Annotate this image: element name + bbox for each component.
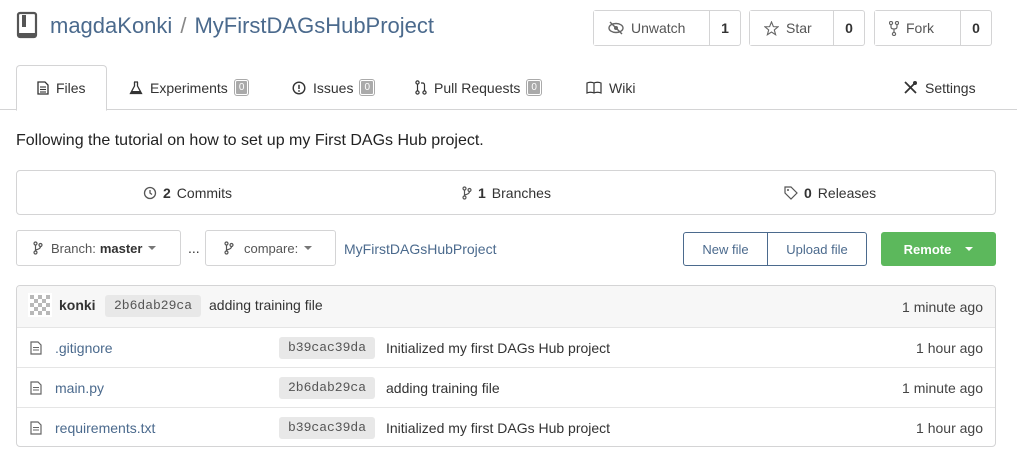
file-name-link[interactable]: requirements.txt bbox=[55, 420, 155, 436]
file-commit-time: 1 minute ago bbox=[902, 380, 983, 396]
flask-icon bbox=[129, 80, 143, 95]
file-name-link[interactable]: .gitignore bbox=[55, 340, 113, 356]
tab-pull-requests-label: Pull Requests bbox=[434, 79, 521, 96]
tab-files[interactable]: Files bbox=[16, 65, 107, 111]
branch-prefix: Branch: bbox=[51, 240, 96, 256]
tab-settings-label: Settings bbox=[925, 79, 976, 96]
watch-button-group: Unwatch 1 bbox=[593, 10, 741, 46]
branches-label: Branches bbox=[491, 184, 551, 201]
compare-ellipsis: ... bbox=[188, 240, 200, 256]
repo-description: Following the tutorial on how to set up … bbox=[16, 132, 484, 149]
fork-button-group: Fork 0 bbox=[874, 10, 992, 46]
tab-issues[interactable]: Issues 0 bbox=[292, 65, 375, 110]
releases-stat-link[interactable]: 0 Releases bbox=[784, 171, 876, 214]
file-icon bbox=[30, 421, 42, 435]
file-commit-time: 1 hour ago bbox=[916, 420, 983, 436]
repo-separator: / bbox=[180, 13, 187, 38]
unwatch-button[interactable]: Unwatch bbox=[594, 11, 710, 45]
fork-icon bbox=[889, 20, 899, 36]
chevron-down-icon bbox=[304, 246, 313, 250]
remote-button[interactable]: Remote bbox=[881, 232, 996, 266]
tab-experiments-label: Experiments bbox=[150, 79, 228, 96]
star-icon bbox=[764, 20, 779, 36]
repo-owner-link[interactable]: magdaKonki bbox=[50, 13, 172, 38]
star-label: Star bbox=[786, 20, 812, 36]
chevron-down-icon bbox=[148, 246, 157, 250]
unwatch-label: Unwatch bbox=[631, 20, 686, 36]
pull-request-icon bbox=[415, 80, 427, 95]
file-name-link[interactable]: main.py bbox=[55, 380, 104, 396]
breadcrumb-path[interactable]: MyFirstDAGsHubProject bbox=[344, 241, 496, 257]
repo-name-link[interactable]: MyFirstDAGsHubProject bbox=[194, 13, 434, 38]
table-row: requirements.txt b39cac39da Initialized … bbox=[17, 407, 995, 446]
commits-stat-link[interactable]: 2 Commits bbox=[143, 171, 232, 214]
tab-issues-label: Issues bbox=[313, 79, 354, 96]
star-button-group: Star 0 bbox=[749, 10, 865, 46]
file-icon bbox=[30, 341, 42, 355]
branch-icon bbox=[462, 185, 472, 200]
commits-label: Commits bbox=[176, 184, 233, 201]
tab-files-label: Files bbox=[56, 80, 86, 96]
tag-icon bbox=[784, 185, 798, 200]
issues-count-badge: 0 bbox=[359, 79, 375, 96]
commit-message: adding training file bbox=[209, 297, 323, 313]
branch-icon bbox=[33, 241, 43, 255]
branch-dropdown[interactable]: Branch: master bbox=[16, 230, 181, 266]
repo-title: magdaKonki / MyFirstDAGsHubProject bbox=[50, 13, 434, 39]
branch-name: master bbox=[99, 240, 143, 256]
commit-time: 1 minute ago bbox=[902, 299, 983, 315]
table-row: .gitignore b39cac39da Initialized my fir… bbox=[17, 327, 995, 367]
file-commit-message[interactable]: Initialized my first DAGs Hub project bbox=[386, 340, 610, 356]
repo-header: magdaKonki / MyFirstDAGsHubProject Unwatch… bbox=[0, 0, 1017, 56]
wrench-icon bbox=[903, 80, 918, 95]
file-text-icon bbox=[37, 81, 49, 95]
table-row: main.py 2b6dab29ca adding training file … bbox=[17, 367, 995, 407]
releases-count: 0 bbox=[804, 184, 812, 201]
file-commit-sha[interactable]: b39cac39da bbox=[279, 337, 376, 359]
repo-icon bbox=[16, 11, 38, 41]
star-count[interactable]: 0 bbox=[834, 11, 864, 45]
repo-tabs: Files Experiments 0 Issues 0 Pull Reques… bbox=[0, 65, 1017, 111]
file-commit-time: 1 hour ago bbox=[916, 340, 983, 356]
branches-count: 1 bbox=[478, 184, 486, 201]
file-actions: New file Upload file bbox=[683, 232, 867, 266]
branch-icon bbox=[224, 241, 234, 255]
avatar[interactable] bbox=[28, 293, 52, 317]
releases-label: Releases bbox=[817, 184, 877, 201]
info-circle-icon bbox=[292, 80, 306, 95]
fork-label: Fork bbox=[906, 20, 934, 36]
file-commit-message[interactable]: Initialized my first DAGs Hub project bbox=[386, 420, 610, 436]
file-commit-sha[interactable]: 2b6dab29ca bbox=[279, 377, 376, 399]
experiments-count-badge: 0 bbox=[233, 79, 250, 96]
file-commit-sha[interactable]: b39cac39da bbox=[279, 417, 376, 439]
book-icon bbox=[586, 81, 602, 94]
commits-count: 2 bbox=[163, 184, 171, 201]
tab-experiments[interactable]: Experiments 0 bbox=[129, 65, 250, 110]
history-icon bbox=[143, 186, 157, 200]
tab-wiki[interactable]: Wiki bbox=[586, 65, 635, 110]
upload-file-button[interactable]: Upload file bbox=[768, 233, 866, 265]
latest-commit-row: konki 2b6dab29ca adding training file 1 … bbox=[17, 286, 995, 327]
watch-count[interactable]: 1 bbox=[710, 11, 740, 45]
commit-author[interactable]: konki bbox=[59, 297, 96, 313]
new-file-button[interactable]: New file bbox=[684, 233, 768, 265]
repo-stats-bar: 2 Commits 1 Branches 0 Releases bbox=[16, 170, 996, 215]
chevron-down-icon bbox=[965, 247, 974, 251]
eye-slash-icon bbox=[608, 21, 624, 35]
file-icon bbox=[30, 381, 42, 395]
pull-requests-count-badge: 0 bbox=[526, 79, 542, 96]
branches-stat-link[interactable]: 1 Branches bbox=[462, 171, 551, 214]
star-button[interactable]: Star bbox=[750, 11, 834, 45]
tab-wiki-label: Wiki bbox=[609, 79, 636, 96]
tab-settings[interactable]: Settings bbox=[903, 65, 976, 110]
commit-sha[interactable]: 2b6dab29ca bbox=[105, 295, 202, 317]
compare-label: compare: bbox=[244, 240, 299, 256]
compare-dropdown[interactable]: compare: bbox=[205, 230, 336, 266]
file-table: konki 2b6dab29ca adding training file 1 … bbox=[16, 285, 996, 447]
tab-pull-requests[interactable]: Pull Requests 0 bbox=[415, 65, 542, 110]
fork-count[interactable]: 0 bbox=[961, 11, 991, 45]
fork-button[interactable]: Fork bbox=[875, 11, 961, 45]
file-commit-message[interactable]: adding training file bbox=[386, 380, 500, 396]
remote-label: Remote bbox=[903, 241, 952, 257]
